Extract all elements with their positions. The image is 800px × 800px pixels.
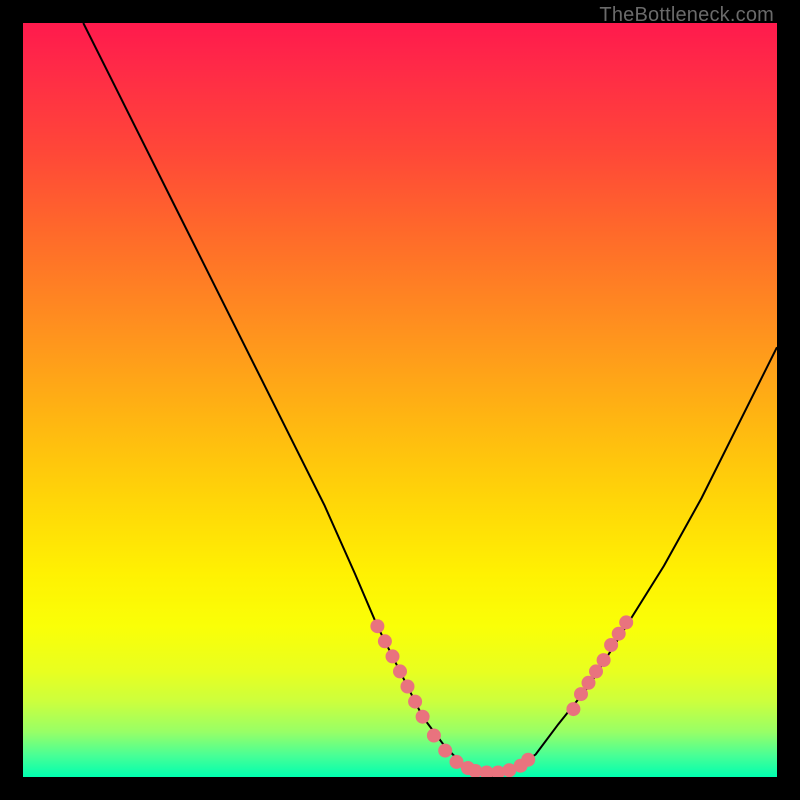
curve-marker bbox=[597, 653, 611, 667]
curve-marker bbox=[416, 710, 430, 724]
curve-marker bbox=[438, 744, 452, 758]
curve-marker bbox=[619, 615, 633, 629]
curve-marker bbox=[401, 680, 415, 694]
curve-marker bbox=[582, 676, 596, 690]
curve-marker bbox=[521, 753, 535, 767]
curve-marker bbox=[378, 634, 392, 648]
curve-marker bbox=[427, 729, 441, 743]
marker-layer bbox=[370, 615, 633, 777]
curve-marker bbox=[370, 619, 384, 633]
curve-marker bbox=[386, 649, 400, 663]
chart-svg bbox=[23, 23, 777, 777]
curve-layer bbox=[83, 23, 777, 777]
plot-area bbox=[23, 23, 777, 777]
curve-marker bbox=[408, 695, 422, 709]
curve-marker bbox=[566, 702, 580, 716]
curve-marker bbox=[393, 664, 407, 678]
chart-frame: TheBottleneck.com bbox=[0, 0, 800, 800]
bottleneck-curve-path bbox=[83, 23, 777, 777]
watermark-text: TheBottleneck.com bbox=[599, 4, 774, 27]
